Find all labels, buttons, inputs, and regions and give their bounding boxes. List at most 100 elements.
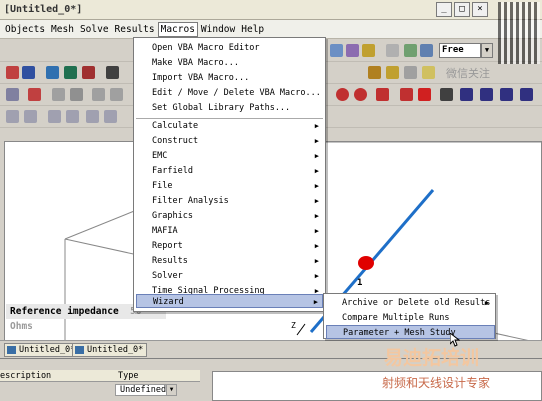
toolbar-icon[interactable] — [46, 66, 59, 79]
toolbar-icon[interactable] — [6, 66, 19, 79]
toolbar-icon[interactable] — [386, 44, 399, 57]
chevron-down-icon[interactable]: ▼ — [481, 43, 493, 58]
menu-item-edit-vba-macro[interactable]: Edit / Move / Delete VBA Macro... — [136, 86, 323, 100]
toolbar-icon[interactable] — [104, 110, 117, 123]
menu-item-open-vba-editor[interactable]: Open VBA Macro Editor — [136, 41, 323, 55]
menu-item-library-paths[interactable]: Set Global Library Paths... — [136, 101, 323, 115]
toolbar-icon[interactable] — [440, 88, 453, 101]
menu-item-calculate[interactable]: Calculate ▶ — [136, 119, 323, 133]
menu-item-results[interactable]: Results ▶ — [136, 254, 323, 268]
tab-untitled-2[interactable]: Untitled_0* — [72, 343, 148, 357]
toolbar-icon[interactable] — [500, 88, 513, 101]
toolbar-icon[interactable] — [362, 44, 375, 57]
axis-indicator — [296, 323, 306, 336]
chevron-down-icon[interactable]: ▼ — [166, 384, 177, 396]
toolbar-icon[interactable] — [346, 44, 359, 57]
toolbar-icon[interactable] — [64, 66, 77, 79]
menu-item-mafia[interactable]: MAFIA ▶ — [136, 224, 323, 238]
submenu-arrow-icon: ▶ — [313, 298, 318, 306]
toolbar-icon[interactable] — [520, 88, 533, 101]
submenu-arrow-icon: ▶ — [314, 227, 319, 235]
toolbar-icon[interactable] — [404, 44, 417, 57]
parameter-grid-header: escription Type — [0, 370, 200, 382]
watermark-tagline: 射频和天线设计专家 — [382, 376, 491, 390]
menu-item-emc[interactable]: EMC ▶ — [136, 149, 323, 163]
toolbar-icon[interactable] — [404, 66, 417, 79]
maximize-button[interactable]: □ — [454, 2, 470, 17]
menu-item-solver[interactable]: Solver ▶ — [136, 269, 323, 283]
port-marker — [358, 256, 374, 270]
toolbar-icon[interactable] — [70, 88, 83, 101]
column-description[interactable]: escription — [0, 371, 51, 381]
macros-menu: Open VBA Macro Editor Make VBA Macro... … — [133, 37, 326, 312]
menu-objects[interactable]: Objects — [2, 22, 48, 37]
menu-item-filter-analysis[interactable]: Filter Analysis ▶ — [136, 194, 323, 208]
output-panel[interactable] — [212, 371, 542, 401]
submenu-arrow-icon: ▶ — [314, 167, 319, 175]
submenu-item-compare-runs[interactable]: Compare Multiple Runs — [326, 311, 495, 325]
menu-item-construct[interactable]: Construct ▶ — [136, 134, 323, 148]
menu-window[interactable]: Window — [198, 22, 238, 37]
toolbar-icon[interactable] — [400, 88, 413, 101]
toolbar-icon[interactable] — [376, 88, 389, 101]
submenu-arrow-icon: ▶ — [314, 257, 319, 265]
toolbar-icon[interactable] — [422, 66, 435, 79]
menu-item-farfield[interactable]: Farfield ▶ — [136, 164, 323, 178]
submenu-arrow-icon: ▶ — [314, 242, 319, 250]
menu-help[interactable]: Help — [238, 22, 267, 37]
toolbar-icon[interactable] — [22, 66, 35, 79]
toolbar-icon[interactable] — [86, 110, 99, 123]
toolbar-icon[interactable] — [52, 88, 65, 101]
menu-item-report[interactable]: Report ▶ — [136, 239, 323, 253]
toolbar-icon[interactable] — [28, 88, 41, 101]
close-button[interactable]: × — [472, 2, 488, 17]
toolbar-icon[interactable] — [6, 88, 19, 101]
watermark-top: 微信关注 — [446, 67, 490, 80]
toolbar-icon[interactable] — [336, 88, 349, 101]
watermark-logo-text: 易迪拓培训 — [384, 347, 480, 369]
toolbar-icon[interactable] — [368, 66, 381, 79]
menu-solve[interactable]: Solve — [77, 22, 112, 37]
mode-select[interactable]: Free — [439, 43, 481, 58]
document-icon — [7, 346, 16, 354]
menu-item-import-vba-macro[interactable]: Import VBA Macro... — [136, 71, 323, 85]
toolbar-icon[interactable] — [386, 66, 399, 79]
menu-macros[interactable]: Macros — [157, 21, 198, 37]
toolbar-icon[interactable] — [106, 66, 119, 79]
submenu-item-parameter-mesh-study[interactable]: Parameter + Mesh Study — [326, 325, 495, 339]
toolbar-icon[interactable] — [354, 88, 367, 101]
submenu-arrow-icon: ▶ — [314, 152, 319, 160]
toolbar-icon[interactable] — [24, 110, 37, 123]
toolbar-icon[interactable] — [110, 88, 123, 101]
toolbar-icon[interactable] — [66, 110, 79, 123]
submenu-item-archive-delete[interactable]: Archive or Delete old Results ▶ — [326, 296, 495, 310]
toolbar-icon[interactable] — [48, 110, 61, 123]
qr-code-watermark — [498, 2, 540, 64]
port-label: 1 — [357, 278, 362, 288]
toolbar-icon[interactable] — [330, 44, 343, 57]
menu-item-wizard[interactable]: Wizard ▶ — [136, 294, 323, 308]
toolbar-icon[interactable] — [480, 88, 493, 101]
toolbar-icon[interactable] — [92, 88, 105, 101]
menu-item-make-vba-macro[interactable]: Make VBA Macro... — [136, 56, 323, 70]
menu-item-file[interactable]: File ▶ — [136, 179, 323, 193]
toolbar-icon[interactable] — [82, 66, 95, 79]
toolbar-icon[interactable] — [6, 110, 19, 123]
title-bar: [Untitled_0*] _ □ × — [0, 0, 542, 20]
minimize-button[interactable]: _ — [436, 2, 452, 17]
axis-z-label: Z — [291, 321, 296, 330]
tab-untitled-1[interactable]: Untitled_0* — [4, 343, 80, 357]
column-type[interactable]: Type — [118, 371, 138, 381]
document-icon — [75, 346, 84, 354]
reference-label-text: Reference impedance — [10, 306, 119, 317]
toolbar-icon[interactable] — [460, 88, 473, 101]
menu-item-graphics[interactable]: Graphics ▶ — [136, 209, 323, 223]
toolbar-icon[interactable] — [420, 44, 433, 57]
submenu-arrow-icon: ▶ — [314, 122, 319, 130]
toolbar-icon[interactable] — [418, 88, 431, 101]
menu-results[interactable]: Results — [112, 22, 158, 37]
tab-label: Untitled_0* — [87, 345, 144, 355]
submenu-arrow-icon: ▶ — [484, 299, 489, 307]
submenu-arrow-icon: ▶ — [314, 197, 319, 205]
menu-mesh[interactable]: Mesh — [48, 22, 77, 37]
